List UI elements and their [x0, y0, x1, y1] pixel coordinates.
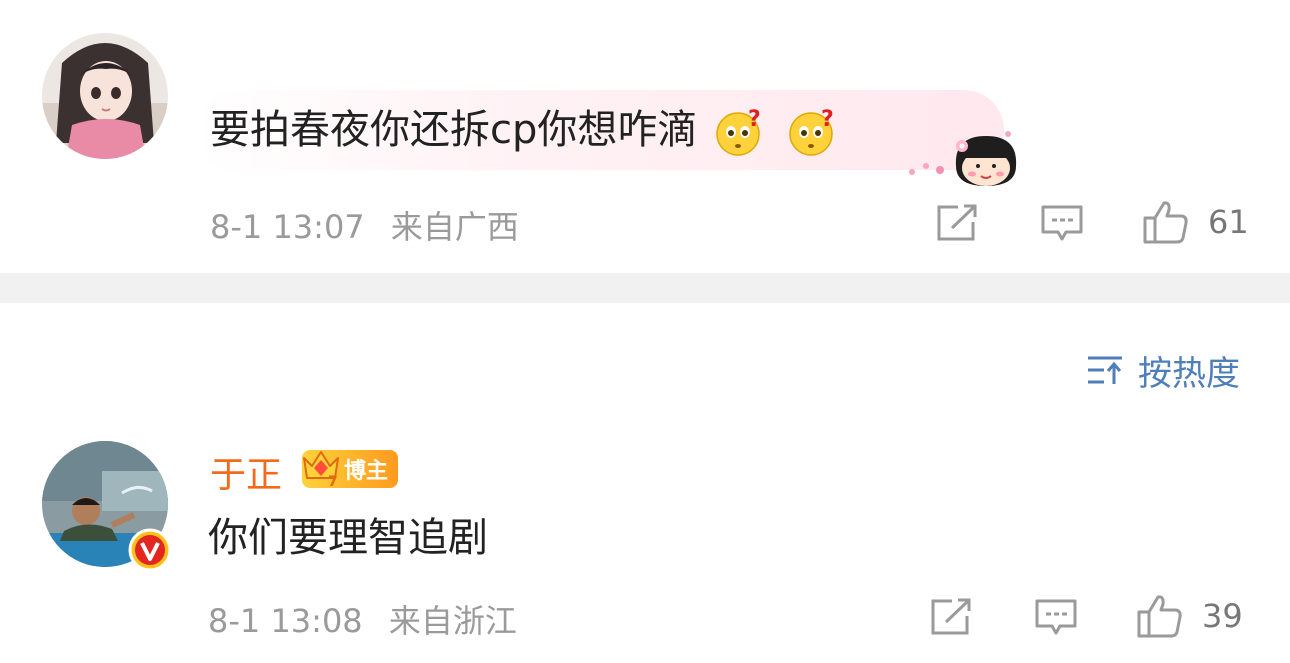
share-icon [937, 204, 977, 241]
svg-text:?: ? [821, 107, 834, 132]
reply-button[interactable] [1040, 204, 1084, 244]
section-divider [0, 273, 1290, 303]
like-button[interactable]: 39 [1136, 592, 1243, 640]
reply-button[interactable] [1034, 598, 1078, 638]
avatar[interactable] [42, 33, 168, 159]
like-button[interactable]: 61 [1142, 198, 1249, 246]
sort-icon [1088, 356, 1122, 384]
comment-text: 要拍春夜你还拆cp你想咋滴 [210, 107, 698, 153]
like-count: 39 [1202, 597, 1243, 635]
comment-meta: 8-1 13:08 来自浙江 [208, 596, 517, 642]
verified-v-icon [128, 528, 172, 572]
confused-face-emoji: ? [716, 107, 761, 156]
thumbs-up-icon [1137, 595, 1182, 638]
confused-face-emoji: ? [789, 107, 834, 156]
repost-button[interactable] [936, 204, 978, 242]
share-icon [931, 598, 971, 635]
comment-icon [1035, 599, 1077, 635]
comment-meta: 8-1 13:07 来自广西 [210, 202, 519, 248]
badge-label: 博主 [344, 459, 389, 484]
crown-icon: 7 [303, 451, 339, 490]
anime-girl-avatar [42, 33, 168, 159]
like-count: 61 [1208, 203, 1249, 241]
comment-location: 来自浙江 [388, 602, 517, 640]
username[interactable]: 于正 [210, 446, 282, 498]
svg-text:?: ? [748, 107, 761, 132]
svg-text:7: 7 [328, 474, 338, 490]
repost-button[interactable] [930, 598, 972, 636]
comment-location: 来自广西 [390, 208, 519, 246]
sort-toggle[interactable]: 按热度 [1086, 346, 1240, 394]
cartoon-girl-sticker [909, 131, 1017, 186]
comment-time: 8-1 13:07 [210, 208, 365, 246]
comment-icon [1041, 205, 1083, 241]
comment-text: 你们要理智追剧 [208, 515, 488, 561]
comment-time: 8-1 13:08 [208, 602, 363, 640]
sort-label: 按热度 [1138, 353, 1240, 394]
thumbs-up-icon [1143, 201, 1188, 244]
comment-text-row: 要拍春夜你还拆cp你想咋滴 ? ? [210, 104, 839, 158]
